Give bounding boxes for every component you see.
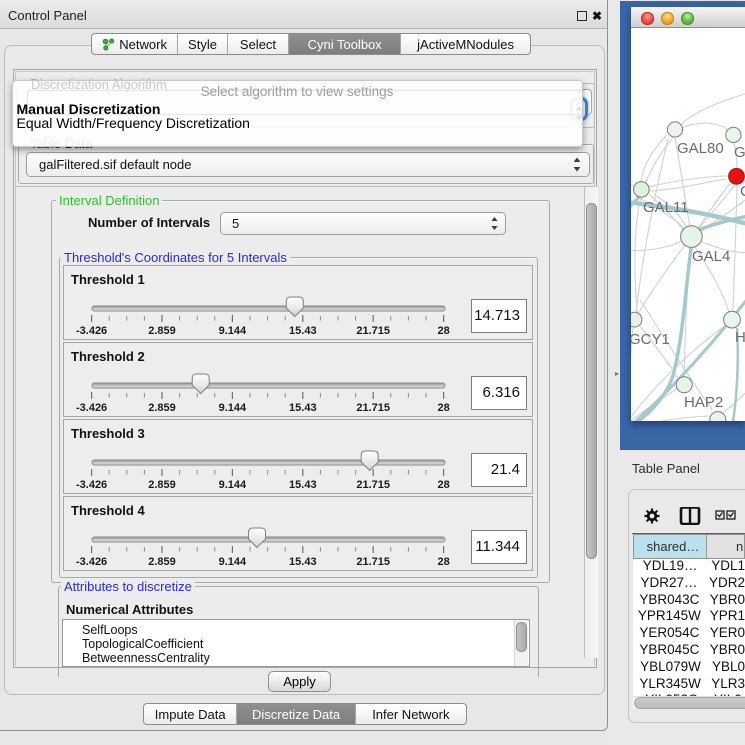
svg-text:15.43: 15.43 [289,325,317,337]
svg-text:2.859: 2.859 [148,479,176,491]
svg-text:GAL4: GAL4 [692,248,730,265]
svg-text:28: 28 [437,402,449,414]
svg-text:GAL80: GAL80 [677,140,724,157]
svg-text:GA: GA [734,144,745,161]
svg-text:15.43: 15.43 [289,402,317,414]
svg-text:HAP2: HAP2 [684,394,723,411]
svg-text:C: C [740,183,745,200]
svg-text:28: 28 [437,479,449,491]
svg-text:-3.426: -3.426 [76,325,107,337]
svg-text:21.715: 21.715 [356,556,390,568]
svg-text:28: 28 [437,325,449,337]
svg-text:2.859: 2.859 [148,325,176,337]
svg-text:15.43: 15.43 [289,556,317,568]
svg-text:9.144: 9.144 [219,325,247,337]
svg-text:9.144: 9.144 [219,556,247,568]
svg-text:-3.426: -3.426 [76,479,107,491]
svg-text:2.859: 2.859 [148,402,176,414]
svg-text:28: 28 [437,556,449,568]
svg-text:GAL11: GAL11 [643,199,689,216]
svg-text:2.859: 2.859 [148,556,176,568]
svg-text:-3.426: -3.426 [76,402,107,414]
svg-text:GCY1: GCY1 [631,331,670,348]
svg-text:21.715: 21.715 [356,325,390,337]
svg-text:H: H [735,329,745,346]
svg-text:9.144: 9.144 [219,479,247,491]
svg-text:-3.426: -3.426 [76,556,107,568]
svg-text:15.43: 15.43 [289,479,317,491]
svg-text:21.715: 21.715 [356,479,390,491]
svg-text:9.144: 9.144 [219,402,247,414]
svg-text:21.715: 21.715 [356,402,390,414]
